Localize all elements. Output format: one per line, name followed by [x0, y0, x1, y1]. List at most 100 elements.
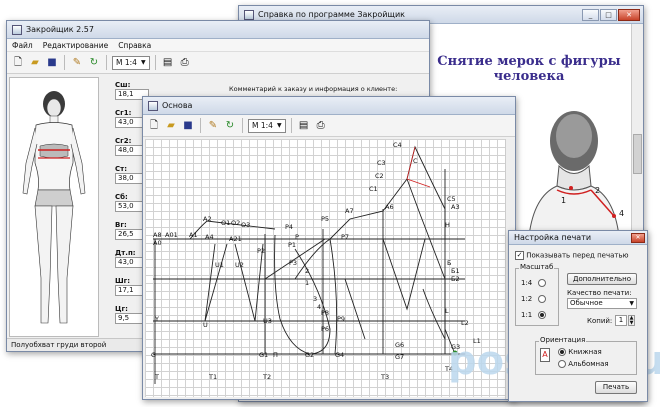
orientation-group: Ориентация A Книжная Альбомная	[535, 336, 637, 375]
quality-select[interactable]: Обычное ▼	[567, 298, 637, 309]
osnova-window-title: Основа	[162, 101, 193, 110]
more-button[interactable]: Дополнительно	[567, 273, 637, 285]
osnova-app-icon	[148, 100, 158, 111]
measurement-label: Сш:	[115, 81, 131, 89]
print-preview-icon[interactable]: ▤	[161, 56, 175, 70]
refresh-icon[interactable]: ↻	[223, 119, 237, 133]
printer-icon[interactable]: ⎙	[314, 119, 328, 133]
curve-number: 1	[305, 279, 310, 287]
pattern-label: Б	[447, 259, 452, 267]
scale-option-1-4[interactable]: 1:4	[521, 279, 547, 287]
pattern-label: O2	[231, 219, 241, 227]
curve-number: 3	[313, 295, 318, 303]
scale-option-label: 1:1	[521, 311, 533, 319]
osnova-titlebar[interactable]: Основа	[143, 97, 515, 115]
minimize-button[interactable]: _	[582, 8, 599, 21]
print-dialog-titlebar[interactable]: Настройка печати ✕	[509, 231, 647, 245]
save-icon[interactable]: ■	[181, 119, 195, 133]
landscape-radio[interactable]	[558, 360, 566, 368]
copies-value: 1	[618, 316, 624, 324]
pattern-label: A0	[153, 239, 162, 247]
osnova-toolbar: 🗋 ▰ ■ ✎ ↻ М 1:4 ▼ ▤ ⎙	[143, 115, 515, 137]
brush-icon[interactable]: ✎	[70, 56, 84, 70]
pattern-label: P4	[285, 223, 294, 231]
pattern-label: P7	[341, 233, 350, 241]
portrait-label: Книжная	[568, 348, 602, 356]
pattern-label: O1	[221, 219, 231, 227]
pattern-label: П	[273, 351, 278, 359]
landscape-option[interactable]: Альбомная	[558, 360, 609, 368]
print-settings-dialog[interactable]: Настройка печати ✕ ✓ Показывать перед пе…	[508, 230, 648, 402]
copies-field[interactable]: 1	[615, 315, 627, 326]
scale-radio[interactable]	[538, 279, 547, 287]
pattern-label: P3	[289, 259, 298, 267]
print-button[interactable]: Печать	[595, 381, 637, 394]
scale-group: Масштаб 1:4 1:2 1:1	[515, 263, 559, 326]
pattern-label: G	[151, 351, 157, 359]
help-scroll-thumb[interactable]	[633, 134, 642, 174]
pattern-label: G7	[395, 353, 405, 361]
scale-option-1-2[interactable]: 1:2	[521, 295, 547, 303]
help-label-1: 1	[561, 196, 567, 205]
bust-illustration-icon	[528, 111, 620, 236]
help-label-4: 4	[619, 209, 625, 218]
scale-option-1-1[interactable]: 1:1	[521, 311, 547, 319]
show-preview-label: Показывать перед печатью	[526, 251, 629, 260]
close-button[interactable]: ✕	[618, 8, 640, 21]
pattern-label: U	[203, 321, 208, 329]
portrait-option[interactable]: Книжная	[558, 348, 602, 356]
menu-help[interactable]: Справка	[118, 41, 151, 50]
help-app-icon	[244, 9, 254, 20]
menu-file[interactable]: Файл	[12, 41, 33, 50]
help-heading-line1: Снятие мерок с фигуры	[437, 54, 621, 69]
maximize-button[interactable]: □	[600, 8, 617, 21]
figure-panel	[9, 77, 99, 337]
copies-stepper[interactable]: ▲ ▼	[628, 315, 635, 326]
open-folder-icon[interactable]: ▰	[164, 119, 178, 133]
pattern-label: A7	[345, 207, 354, 215]
main-window-title: Закройщик 2.57	[26, 25, 94, 34]
pattern-label: T2	[263, 373, 272, 381]
main-app-icon	[12, 24, 22, 35]
show-preview-row[interactable]: ✓ Показывать перед печатью	[515, 251, 629, 260]
close-button[interactable]: ✕	[631, 232, 645, 243]
help-heading: Снятие мерок с фигуры человека	[429, 54, 629, 84]
copies-label: Копий:	[587, 317, 613, 325]
new-file-icon[interactable]: 🗋	[11, 56, 25, 70]
scale-radio-selected[interactable]	[538, 311, 547, 319]
female-figure-icon	[22, 91, 86, 324]
help-window-title: Справка по программе Закройщик	[258, 10, 405, 19]
main-titlebar[interactable]: Закройщик 2.57	[7, 21, 429, 39]
pattern-label: G4	[335, 351, 345, 359]
chevron-down-icon: ▼	[629, 300, 634, 307]
pattern-label: Б2	[451, 275, 460, 283]
brush-icon[interactable]: ✎	[206, 119, 220, 133]
osnova-scale-value: М 1:4	[252, 121, 273, 130]
save-icon[interactable]: ■	[45, 56, 59, 70]
pattern-label: T	[155, 373, 159, 381]
open-folder-icon[interactable]: ▰	[28, 56, 42, 70]
print-preview-icon[interactable]: ▤	[297, 119, 311, 133]
pattern-label: Y	[155, 315, 159, 323]
pattern-label: A4	[205, 233, 214, 241]
help-label-2: 2	[595, 186, 601, 195]
show-preview-checkbox[interactable]: ✓	[515, 251, 524, 260]
menu-edit[interactable]: Редактирование	[43, 41, 108, 50]
chevron-down-icon: ▼	[276, 122, 282, 129]
refresh-icon[interactable]: ↻	[87, 56, 101, 70]
pattern-label: Б1	[451, 267, 460, 275]
printer-icon[interactable]: ⎙	[178, 56, 192, 70]
pattern-label: A3	[451, 203, 460, 211]
pattern-label: A21	[229, 235, 242, 243]
portrait-radio[interactable]	[558, 348, 566, 356]
quality-value: Обычное	[570, 299, 603, 307]
scale-radio[interactable]	[538, 295, 547, 303]
pattern-label: C5	[447, 195, 456, 203]
osnova-scale-select[interactable]: М 1:4 ▼	[248, 118, 286, 133]
curve-number: 4	[317, 303, 322, 311]
pattern-label: U2	[235, 261, 244, 269]
main-scale-select[interactable]: М 1:4 ▼	[112, 55, 150, 70]
new-file-icon[interactable]: 🗋	[147, 119, 161, 133]
chevron-down-icon: ▼	[140, 59, 146, 66]
pattern-label: P5	[321, 215, 330, 223]
